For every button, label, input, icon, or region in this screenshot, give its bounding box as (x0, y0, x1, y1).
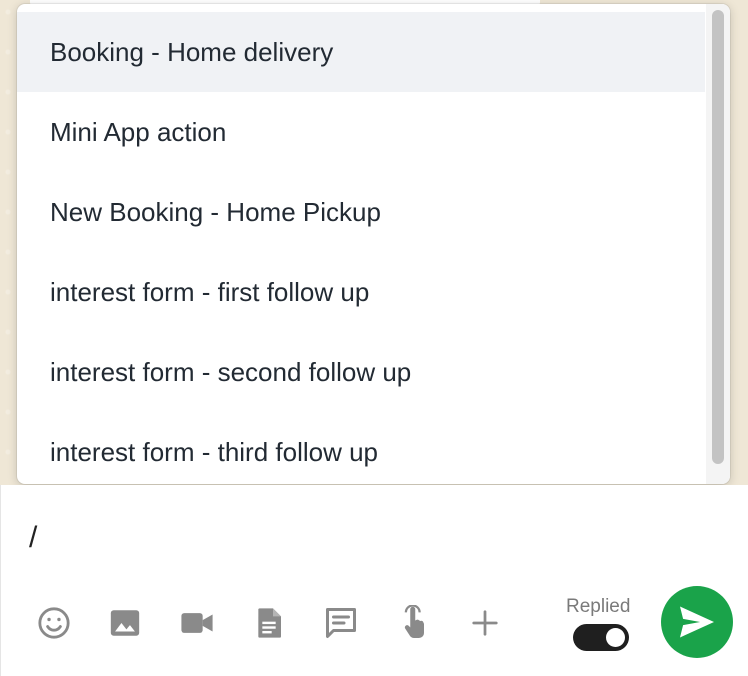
quick-reply-label: interest form - first follow up (50, 276, 370, 307)
quick-reply-label: interest form - second follow up (50, 356, 412, 387)
document-icon[interactable] (251, 605, 287, 641)
send-icon (680, 606, 714, 638)
message-input[interactable]: / (29, 521, 37, 555)
video-icon[interactable] (179, 605, 215, 641)
quick-reply-popup: Booking - Home delivery Mini App action … (17, 4, 730, 484)
quick-reply-label: Mini App action (50, 116, 227, 147)
quick-reply-item[interactable]: Mini App action (17, 92, 705, 172)
plus-icon[interactable] (467, 605, 503, 641)
interactive-icon[interactable] (396, 605, 432, 641)
scrollbar-thumb[interactable] (712, 10, 724, 464)
replied-toggle[interactable] (573, 624, 629, 651)
quick-reply-label: Booking - Home delivery (50, 36, 334, 67)
quick-reply-item[interactable]: interest form - first follow up (17, 252, 705, 332)
send-button[interactable] (661, 586, 733, 658)
quick-reply-item[interactable]: interest form - third follow up (17, 412, 705, 484)
scrollbar-track[interactable] (706, 4, 730, 484)
emoji-icon[interactable] (36, 605, 72, 641)
template-icon[interactable] (323, 605, 359, 641)
quick-reply-item[interactable]: Booking - Home delivery (17, 12, 705, 92)
quick-reply-label: New Booking - Home Pickup (50, 196, 381, 227)
quick-reply-item[interactable]: interest form - second follow up (17, 332, 705, 412)
quick-reply-item[interactable]: New Booking - Home Pickup (17, 172, 705, 252)
image-icon[interactable] (107, 605, 143, 641)
message-composer: / Replied (0, 485, 748, 676)
quick-reply-label: interest form - third follow up (50, 436, 379, 467)
quick-reply-list: Booking - Home delivery Mini App action … (17, 12, 705, 484)
replied-label: Replied (566, 596, 631, 617)
toggle-knob (606, 628, 625, 647)
